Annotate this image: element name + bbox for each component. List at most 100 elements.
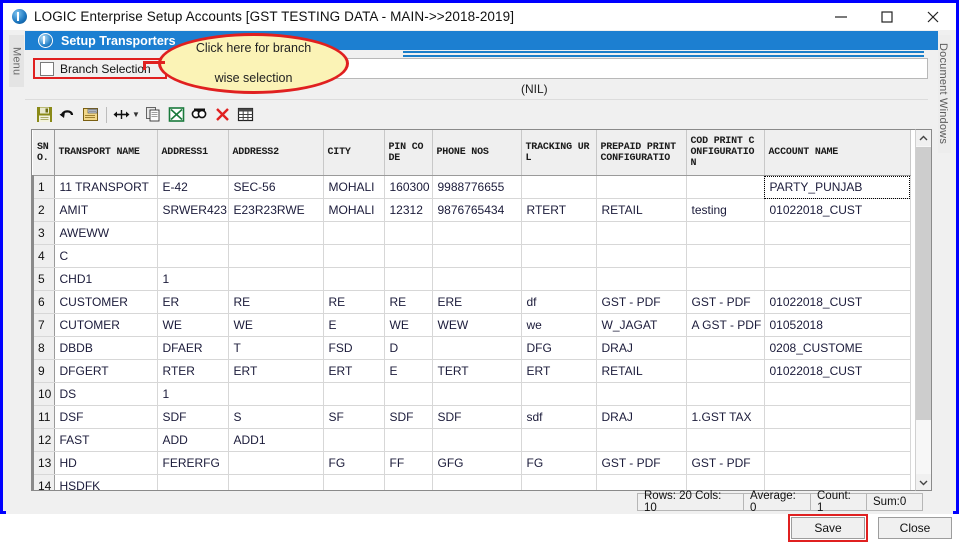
column-header-cod-print-config[interactable]: COD PRINT CONFIGURATION — [686, 130, 765, 176]
save-button[interactable]: Save — [791, 517, 865, 539]
table-cell[interactable]: AMIT — [54, 198, 158, 222]
autofit-dropdown-caret-icon[interactable]: ▼ — [132, 110, 140, 119]
table-row[interactable]: 3 AWEWW — [32, 221, 911, 245]
table-cell[interactable]: WE — [384, 313, 433, 337]
column-header-city[interactable]: CITY — [323, 130, 385, 176]
table-cell[interactable]: AWEWW — [54, 221, 158, 245]
table-cell[interactable] — [764, 405, 911, 429]
row-header-cell[interactable]: 5 — [32, 267, 55, 291]
table-cell[interactable]: 0208_CUSTOME — [764, 336, 911, 360]
branch-selection-checkbox[interactable] — [40, 61, 54, 76]
table-cell[interactable] — [228, 474, 324, 490]
table-cell[interactable] — [521, 221, 597, 245]
table-row[interactable]: 1 11 TRANSPORT E-42 SEC-56 MOHALI 160300 99887… — [32, 175, 911, 199]
table-cell[interactable] — [686, 359, 765, 383]
table-cell[interactable]: FG — [521, 451, 597, 475]
table-cell[interactable]: DRAJ — [596, 405, 687, 429]
table-cell[interactable]: 9876765434 — [432, 198, 522, 222]
table-cell[interactable] — [432, 267, 522, 291]
table-row[interactable]: 4C — [32, 244, 911, 268]
table-cell[interactable] — [686, 428, 765, 452]
row-header-cell[interactable]: 9 — [32, 359, 55, 383]
table-cell[interactable]: ERE — [432, 290, 522, 314]
table-cell[interactable]: MOHALI — [323, 198, 385, 222]
table-cell[interactable] — [764, 451, 911, 475]
table-cell[interactable]: 01052018 — [764, 313, 911, 337]
table-cell[interactable]: RETAIL — [596, 359, 687, 383]
table-cell[interactable]: WE — [157, 313, 229, 337]
table-cell[interactable]: DSF — [54, 405, 158, 429]
table-cell[interactable] — [157, 244, 229, 268]
table-row[interactable]: 8 DBDB DFAER T FSD D DFG DRAJ 0208_CUSTOME — [32, 336, 911, 360]
table-row[interactable]: 11 DSF SDF S SF SDF SDF sdf DRAJ 1.GST TAX — [32, 405, 911, 429]
row-header-cell[interactable]: 3 — [32, 221, 55, 245]
table-cell[interactable]: RE — [384, 290, 433, 314]
table-cell[interactable] — [432, 336, 522, 360]
table-cell[interactable] — [521, 428, 597, 452]
table-cell[interactable] — [521, 175, 597, 199]
table-cell[interactable]: MOHALI — [323, 175, 385, 199]
table-cell[interactable] — [764, 244, 911, 268]
table-cell[interactable]: SDF — [157, 405, 229, 429]
table-cell[interactable] — [432, 244, 522, 268]
table-cell[interactable]: WEW — [432, 313, 522, 337]
table-cell[interactable] — [596, 175, 687, 199]
table-cell[interactable] — [521, 474, 597, 490]
table-cell[interactable] — [686, 175, 765, 199]
find-icon[interactable] — [188, 103, 211, 126]
table-cell[interactable]: FAST — [54, 428, 158, 452]
table-cell[interactable] — [764, 221, 911, 245]
table-cell[interactable] — [228, 451, 324, 475]
table-cell[interactable]: ADD1 — [228, 428, 324, 452]
table-cell[interactable] — [596, 244, 687, 268]
table-cell[interactable]: PARTY_PUNJAB — [764, 175, 911, 199]
table-cell[interactable]: ERT — [521, 359, 597, 383]
table-row[interactable]: 9 DFGERT RTER ERT ERT E TERT ERT RETAIL 01022018_… — [32, 359, 911, 383]
table-cell[interactable]: D — [384, 336, 433, 360]
table-cell[interactable]: RE — [228, 290, 324, 314]
table-cell[interactable]: ADD — [157, 428, 229, 452]
table-row[interactable]: 6 CUSTOMER ER RE RE RE ERE df GST - PDF GST - PDF… — [32, 290, 911, 314]
column-header-tracking-url[interactable]: TRACKING URL — [521, 130, 597, 176]
table-cell[interactable]: 01022018_CUST — [764, 359, 911, 383]
table-cell[interactable]: T — [228, 336, 324, 360]
table-cell[interactable] — [686, 244, 765, 268]
grid-vertical-scrollbar[interactable] — [915, 129, 932, 491]
table-row[interactable]: 7 CUTOMER WE WE E WE WEW we W_JAGAT A GST - PDF 01… — [32, 313, 911, 337]
column-header-phone-nos[interactable]: PHONE NOS — [432, 130, 522, 176]
table-cell[interactable]: RTERT — [521, 198, 597, 222]
table-cell[interactable] — [521, 382, 597, 406]
table-cell[interactable] — [323, 244, 385, 268]
table-cell[interactable]: SEC-56 — [228, 175, 324, 199]
table-row[interactable]: 12 FAST ADD ADD1 — [32, 428, 911, 452]
table-cell[interactable]: E23R23RWE — [228, 198, 324, 222]
column-header-pin-code[interactable]: PIN CODE — [384, 130, 433, 176]
table-cell[interactable] — [686, 382, 765, 406]
table-cell[interactable]: DRAJ — [596, 336, 687, 360]
table-cell[interactable]: CHD1 — [54, 267, 158, 291]
table-cell[interactable] — [686, 336, 765, 360]
table-cell[interactable]: RE — [323, 290, 385, 314]
table-row[interactable]: 14 HSDFK — [32, 474, 911, 490]
column-header-transport-name[interactable]: TRANSPORT NAME — [54, 130, 158, 176]
table-cell[interactable] — [686, 474, 765, 490]
table-cell[interactable]: 11 TRANSPORT — [54, 175, 158, 199]
table-cell[interactable] — [432, 474, 522, 490]
table-cell[interactable]: SRWER423 — [157, 198, 229, 222]
column-header-account-name[interactable]: ACCOUNT NAME — [764, 130, 911, 176]
table-cell[interactable] — [228, 267, 324, 291]
menu-vertical-tab[interactable]: Menu — [9, 35, 24, 87]
table-cell[interactable] — [323, 221, 385, 245]
close-button[interactable] — [910, 3, 956, 30]
table-cell[interactable] — [384, 428, 433, 452]
table-cell[interactable]: sdf — [521, 405, 597, 429]
row-header-cell[interactable]: 13 — [32, 451, 55, 475]
scrollbar-thumb[interactable] — [916, 147, 931, 420]
table-cell[interactable]: FERERFG — [157, 451, 229, 475]
table-cell[interactable]: E — [384, 359, 433, 383]
table-cell[interactable] — [432, 428, 522, 452]
table-cell[interactable] — [384, 267, 433, 291]
table-cell[interactable]: 12312 — [384, 198, 433, 222]
table-cell[interactable]: WE — [228, 313, 324, 337]
column-header-address2[interactable]: ADDRESS2 — [228, 130, 324, 176]
